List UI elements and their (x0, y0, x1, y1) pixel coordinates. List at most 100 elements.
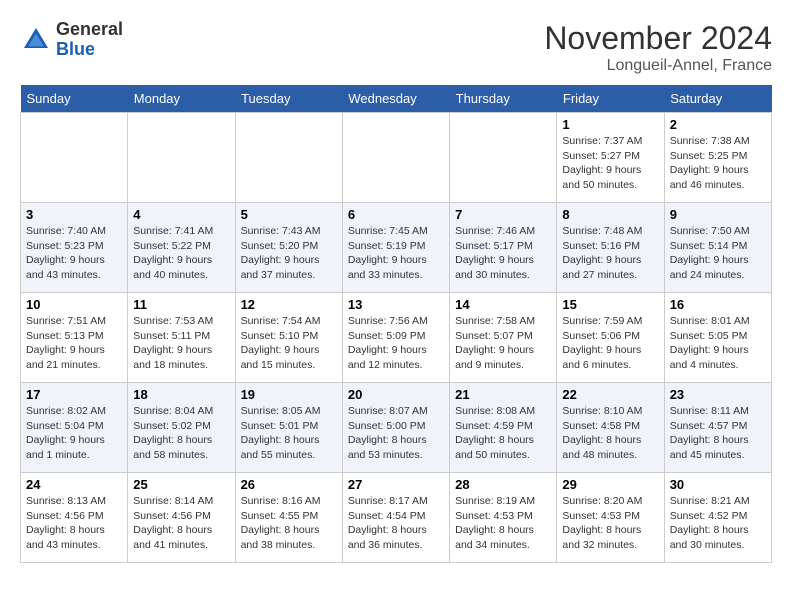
day-number: 25 (133, 477, 229, 492)
calendar-day-cell (342, 113, 449, 203)
calendar-day-cell: 22 Sunrise: 8:10 AM Sunset: 4:58 PM Dayli… (557, 383, 664, 473)
day-info: Sunrise: 8:11 AM Sunset: 4:57 PM Dayligh… (670, 404, 766, 463)
calendar-day-cell: 12 Sunrise: 7:54 AM Sunset: 5:10 PM Dayli… (235, 293, 342, 383)
day-info: Sunrise: 7:46 AM Sunset: 5:17 PM Dayligh… (455, 224, 551, 283)
title-block: November 2024 Longueil-Annel, France (544, 20, 772, 75)
weekday-header: Tuesday (235, 85, 342, 113)
day-number: 10 (26, 297, 122, 312)
day-number: 18 (133, 387, 229, 402)
day-number: 9 (670, 207, 766, 222)
calendar-day-cell: 4 Sunrise: 7:41 AM Sunset: 5:22 PM Daylig… (128, 203, 235, 293)
day-number: 30 (670, 477, 766, 492)
calendar-day-cell: 5Sunrise: 7:43 AM Sunset: 5:20 PM Daylig… (235, 203, 342, 293)
calendar-day-cell: 21 Sunrise: 8:08 AM Sunset: 4:59 PM Dayli… (450, 383, 557, 473)
day-number: 22 (562, 387, 658, 402)
day-info: Sunrise: 7:54 AM Sunset: 5:10 PM Dayligh… (241, 314, 337, 373)
day-info: Sunrise: 8:21 AM Sunset: 4:52 PM Dayligh… (670, 494, 766, 553)
day-number: 11 (133, 297, 229, 312)
day-number: 1 (562, 117, 658, 132)
day-info: Sunrise: 8:19 AM Sunset: 4:53 PM Dayligh… (455, 494, 551, 553)
day-info: Sunrise: 7:50 AM Sunset: 5:14 PM Dayligh… (670, 224, 766, 283)
logo-blue: Blue (56, 40, 123, 60)
day-info: Sunrise: 7:37 AM Sunset: 5:27 PM Dayligh… (562, 134, 658, 193)
weekday-header: Thursday (450, 85, 557, 113)
calendar-day-cell (128, 113, 235, 203)
location: Longueil-Annel, France (544, 57, 772, 75)
calendar-day-cell: 30 Sunrise: 8:21 AM Sunset: 4:52 PM Dayli… (664, 473, 771, 563)
calendar-day-cell: 26 Sunrise: 8:16 AM Sunset: 4:55 PM Dayli… (235, 473, 342, 563)
calendar-day-cell: 3 Sunrise: 7:40 AM Sunset: 5:23 PM Daylig… (21, 203, 128, 293)
calendar-day-cell: 14Sunrise: 7:58 AM Sunset: 5:07 PM Dayli… (450, 293, 557, 383)
calendar-header-row: SundayMondayTuesdayWednesdayThursdayFrid… (21, 85, 772, 113)
day-info: Sunrise: 7:45 AM Sunset: 5:19 PM Dayligh… (348, 224, 444, 283)
day-info: Sunrise: 8:01 AM Sunset: 5:05 PM Dayligh… (670, 314, 766, 373)
day-number: 19 (241, 387, 337, 402)
calendar-week-row: 17Sunrise: 8:02 AM Sunset: 5:04 PM Dayli… (21, 383, 772, 473)
day-info: Sunrise: 7:56 AM Sunset: 5:09 PM Dayligh… (348, 314, 444, 373)
day-info: Sunrise: 8:10 AM Sunset: 4:58 PM Dayligh… (562, 404, 658, 463)
day-number: 28 (455, 477, 551, 492)
page-header: General Blue November 2024 Longueil-Anne… (20, 20, 772, 75)
day-number: 2 (670, 117, 766, 132)
calendar-day-cell: 15Sunrise: 7:59 AM Sunset: 5:06 PM Dayli… (557, 293, 664, 383)
day-number: 16 (670, 297, 766, 312)
day-number: 7 (455, 207, 551, 222)
calendar-day-cell: 6 Sunrise: 7:45 AM Sunset: 5:19 PM Daylig… (342, 203, 449, 293)
day-info: Sunrise: 8:05 AM Sunset: 5:01 PM Dayligh… (241, 404, 337, 463)
calendar-day-cell: 7 Sunrise: 7:46 AM Sunset: 5:17 PM Daylig… (450, 203, 557, 293)
calendar-day-cell (450, 113, 557, 203)
weekday-header: Friday (557, 85, 664, 113)
day-number: 4 (133, 207, 229, 222)
calendar-day-cell: 29Sunrise: 8:20 AM Sunset: 4:53 PM Dayli… (557, 473, 664, 563)
day-info: Sunrise: 8:08 AM Sunset: 4:59 PM Dayligh… (455, 404, 551, 463)
logo-general: General (56, 20, 123, 40)
day-info: Sunrise: 8:16 AM Sunset: 4:55 PM Dayligh… (241, 494, 337, 553)
day-info: Sunrise: 7:53 AM Sunset: 5:11 PM Dayligh… (133, 314, 229, 373)
day-number: 23 (670, 387, 766, 402)
day-info: Sunrise: 7:40 AM Sunset: 5:23 PM Dayligh… (26, 224, 122, 283)
calendar-day-cell: 8 Sunrise: 7:48 AM Sunset: 5:16 PM Daylig… (557, 203, 664, 293)
day-info: Sunrise: 7:58 AM Sunset: 5:07 PM Dayligh… (455, 314, 551, 373)
day-info: Sunrise: 8:04 AM Sunset: 5:02 PM Dayligh… (133, 404, 229, 463)
weekday-header: Saturday (664, 85, 771, 113)
calendar-day-cell (235, 113, 342, 203)
calendar-day-cell: 11 Sunrise: 7:53 AM Sunset: 5:11 PM Dayli… (128, 293, 235, 383)
day-number: 6 (348, 207, 444, 222)
day-number: 3 (26, 207, 122, 222)
calendar-day-cell: 27Sunrise: 8:17 AM Sunset: 4:54 PM Dayli… (342, 473, 449, 563)
day-info: Sunrise: 7:48 AM Sunset: 5:16 PM Dayligh… (562, 224, 658, 283)
day-number: 26 (241, 477, 337, 492)
calendar-day-cell: 1 Sunrise: 7:37 AM Sunset: 5:27 PM Daylig… (557, 113, 664, 203)
calendar-day-cell: 20Sunrise: 8:07 AM Sunset: 5:00 PM Dayli… (342, 383, 449, 473)
calendar-day-cell: 25Sunrise: 8:14 AM Sunset: 4:56 PM Dayli… (128, 473, 235, 563)
day-number: 24 (26, 477, 122, 492)
day-number: 21 (455, 387, 551, 402)
calendar-day-cell (21, 113, 128, 203)
calendar-day-cell: 23 Sunrise: 8:11 AM Sunset: 4:57 PM Dayli… (664, 383, 771, 473)
weekday-header: Sunday (21, 85, 128, 113)
day-info: Sunrise: 8:20 AM Sunset: 4:53 PM Dayligh… (562, 494, 658, 553)
calendar-day-cell: 18 Sunrise: 8:04 AM Sunset: 5:02 PM Dayli… (128, 383, 235, 473)
calendar-week-row: 3 Sunrise: 7:40 AM Sunset: 5:23 PM Daylig… (21, 203, 772, 293)
day-number: 12 (241, 297, 337, 312)
calendar-table: SundayMondayTuesdayWednesdayThursdayFrid… (20, 85, 772, 563)
day-info: Sunrise: 8:17 AM Sunset: 4:54 PM Dayligh… (348, 494, 444, 553)
month-title: November 2024 (544, 20, 772, 57)
calendar-day-cell: 10Sunrise: 7:51 AM Sunset: 5:13 PM Dayli… (21, 293, 128, 383)
calendar-week-row: 10Sunrise: 7:51 AM Sunset: 5:13 PM Dayli… (21, 293, 772, 383)
calendar-day-cell: 2 Sunrise: 7:38 AM Sunset: 5:25 PM Daylig… (664, 113, 771, 203)
day-info: Sunrise: 7:59 AM Sunset: 5:06 PM Dayligh… (562, 314, 658, 373)
logo-icon (20, 24, 52, 56)
calendar-day-cell: 28 Sunrise: 8:19 AM Sunset: 4:53 PM Dayli… (450, 473, 557, 563)
day-info: Sunrise: 8:13 AM Sunset: 4:56 PM Dayligh… (26, 494, 122, 553)
weekday-header: Monday (128, 85, 235, 113)
logo: General Blue (20, 20, 123, 60)
day-info: Sunrise: 7:38 AM Sunset: 5:25 PM Dayligh… (670, 134, 766, 193)
day-number: 8 (562, 207, 658, 222)
calendar-day-cell: 9 Sunrise: 7:50 AM Sunset: 5:14 PM Daylig… (664, 203, 771, 293)
calendar-week-row: 1 Sunrise: 7:37 AM Sunset: 5:27 PM Daylig… (21, 113, 772, 203)
day-info: Sunrise: 7:41 AM Sunset: 5:22 PM Dayligh… (133, 224, 229, 283)
day-number: 20 (348, 387, 444, 402)
day-number: 17 (26, 387, 122, 402)
calendar-week-row: 24 Sunrise: 8:13 AM Sunset: 4:56 PM Dayli… (21, 473, 772, 563)
